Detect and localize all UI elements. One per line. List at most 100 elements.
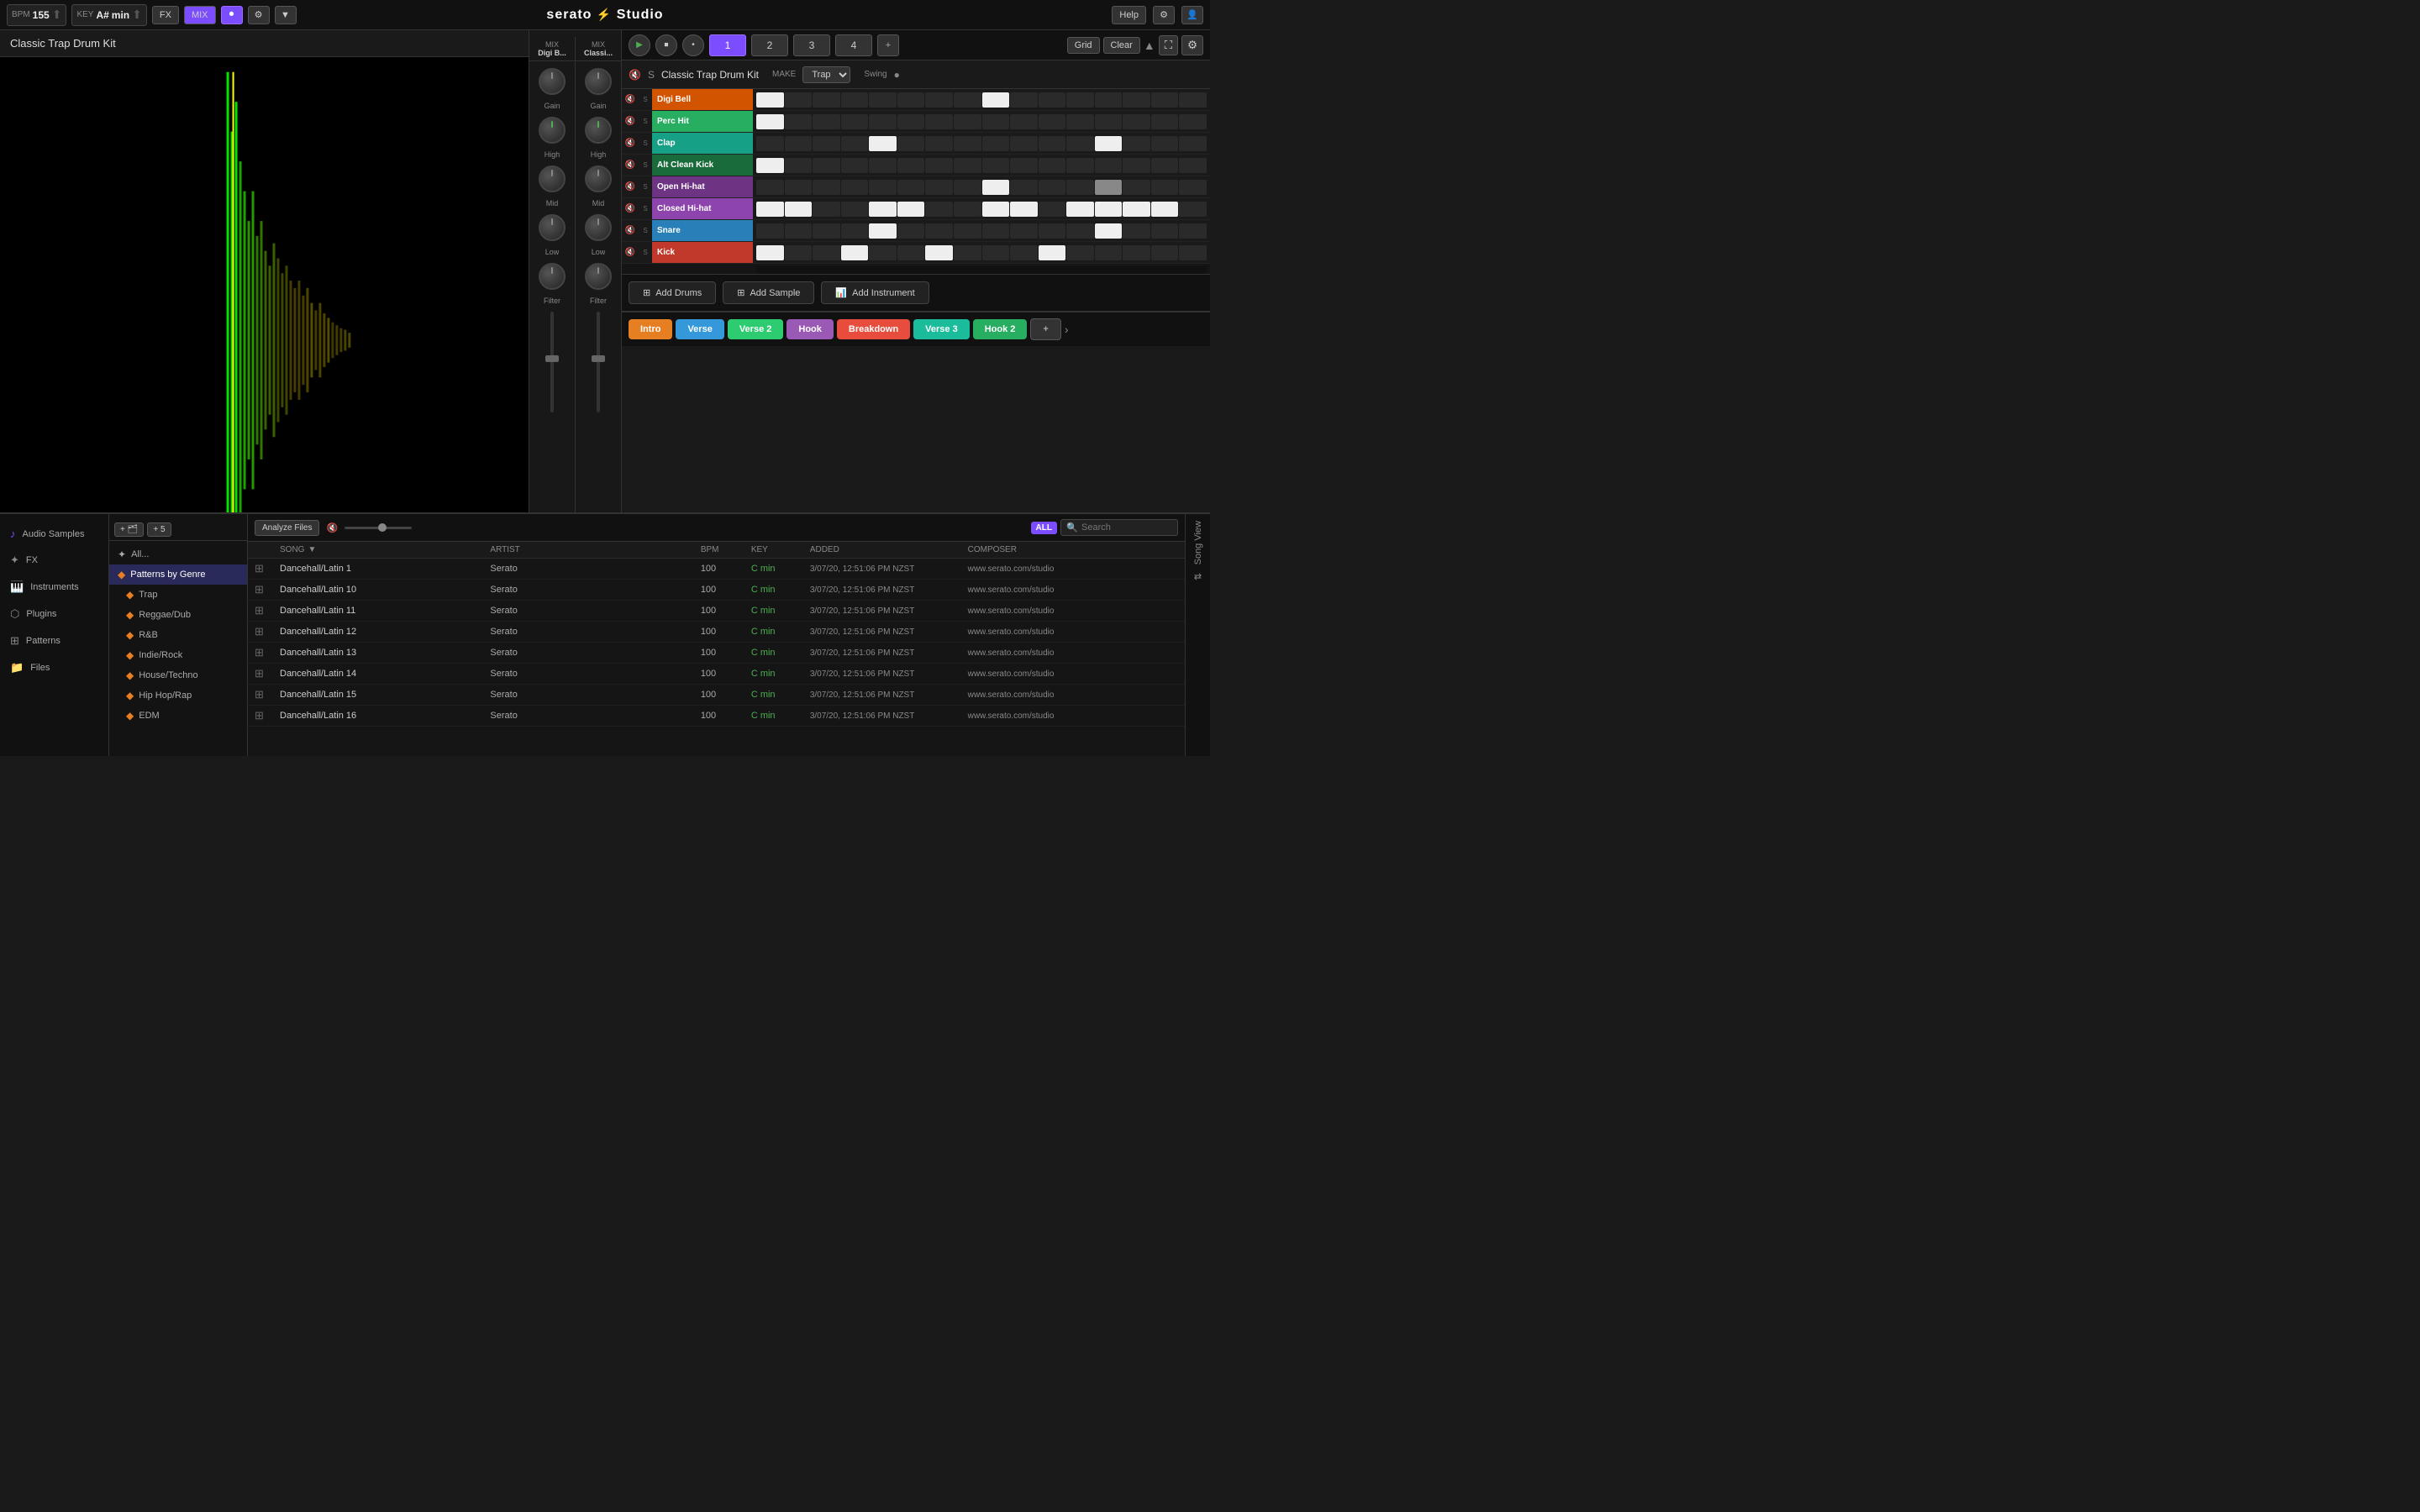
solo-icon[interactable]: S: [648, 69, 655, 81]
low-knob-1[interactable]: [539, 214, 566, 241]
pattern-btn-4[interactable]: 4: [835, 34, 872, 56]
step[interactable]: [982, 180, 1010, 195]
step[interactable]: [1123, 245, 1150, 260]
add-5-button[interactable]: + 5: [147, 522, 171, 537]
solo-digi-bell[interactable]: S: [639, 96, 652, 103]
step[interactable]: [1066, 223, 1094, 239]
mid-knob-1[interactable]: [539, 165, 566, 192]
step[interactable]: [869, 223, 897, 239]
solo-alt-clean-kick[interactable]: S: [639, 161, 652, 169]
col-h-song[interactable]: SONG ▼: [280, 545, 490, 554]
step[interactable]: [1151, 245, 1179, 260]
step[interactable]: [1066, 114, 1094, 129]
step[interactable]: [785, 114, 813, 129]
add-sample-button[interactable]: ⊞ Add Sample: [723, 281, 814, 304]
step[interactable]: [813, 180, 840, 195]
tree-item-hip-hop-rap[interactable]: ◆ Hip Hop/Rap: [109, 685, 247, 706]
mid-knob-2[interactable]: [585, 165, 612, 192]
step[interactable]: [756, 136, 784, 151]
step[interactable]: [1151, 202, 1179, 217]
file-list-item[interactable]: ⊞ Dancehall/Latin 1 Serato 100 C min 3/0…: [248, 559, 1185, 580]
swing-toggle[interactable]: ●: [894, 69, 900, 81]
step[interactable]: [869, 114, 897, 129]
step[interactable]: [982, 202, 1010, 217]
step[interactable]: [982, 245, 1010, 260]
file-list-item[interactable]: ⊞ Dancehall/Latin 13 Serato 100 C min 3/…: [248, 643, 1185, 664]
step[interactable]: [1151, 158, 1179, 173]
step[interactable]: [1123, 114, 1150, 129]
step[interactable]: [785, 202, 813, 217]
low-knob-2[interactable]: [585, 214, 612, 241]
step[interactable]: [925, 245, 953, 260]
col-h-bpm[interactable]: BPM: [701, 545, 751, 554]
step[interactable]: [1095, 136, 1123, 151]
step[interactable]: [869, 158, 897, 173]
step[interactable]: [1010, 245, 1038, 260]
step[interactable]: [1179, 223, 1207, 239]
step[interactable]: [897, 136, 925, 151]
step[interactable]: [1095, 158, 1123, 173]
step[interactable]: [1066, 158, 1094, 173]
step[interactable]: [813, 202, 840, 217]
tree-item-reggae-dub[interactable]: ◆ Reggae/Dub: [109, 605, 247, 625]
fullscreen-button[interactable]: ⛶: [1159, 35, 1178, 55]
pattern-btn-3[interactable]: 3: [793, 34, 830, 56]
step[interactable]: [925, 223, 953, 239]
step[interactable]: [925, 136, 953, 151]
arr-add-section[interactable]: +: [1030, 318, 1060, 340]
bpm-control[interactable]: BPM 155 ⬆: [7, 4, 66, 26]
mute-icon[interactable]: 🔇: [629, 69, 641, 81]
file-list-item[interactable]: ⊞ Dancehall/Latin 11 Serato 100 C min 3/…: [248, 601, 1185, 622]
search-input[interactable]: [1060, 519, 1178, 536]
grid-button[interactable]: Grid: [1067, 37, 1100, 54]
filter-knob-1[interactable]: [539, 263, 566, 290]
step[interactable]: [1179, 180, 1207, 195]
step[interactable]: [1039, 136, 1066, 151]
collapse-button[interactable]: ▲: [1144, 39, 1155, 52]
step[interactable]: [925, 92, 953, 108]
step[interactable]: [954, 158, 981, 173]
step[interactable]: [1095, 92, 1123, 108]
step[interactable]: [1123, 92, 1150, 108]
step[interactable]: [954, 92, 981, 108]
step[interactable]: [954, 223, 981, 239]
step[interactable]: [954, 114, 981, 129]
arrows-icon[interactable]: ⇄: [1194, 571, 1202, 582]
step[interactable]: [1123, 158, 1150, 173]
step[interactable]: [785, 180, 813, 195]
file-list-item[interactable]: ⊞ Dancehall/Latin 10 Serato 100 C min 3/…: [248, 580, 1185, 601]
mute-clap[interactable]: 🔇: [622, 139, 639, 148]
solo-closed-hihat[interactable]: S: [639, 205, 652, 213]
add-instrument-button[interactable]: 📊 Add Instrument: [821, 281, 929, 304]
step[interactable]: [841, 223, 869, 239]
step[interactable]: [869, 245, 897, 260]
step[interactable]: [841, 92, 869, 108]
step[interactable]: [1123, 180, 1150, 195]
high-knob-1[interactable]: [539, 117, 566, 144]
high-knob-2[interactable]: [585, 117, 612, 144]
volume-slider[interactable]: [345, 527, 412, 529]
step[interactable]: [869, 202, 897, 217]
play-button[interactable]: ▶: [629, 34, 650, 56]
sidebar-item-plugins[interactable]: ⬡ Plugins: [0, 601, 108, 627]
step[interactable]: [1010, 92, 1038, 108]
step[interactable]: [841, 202, 869, 217]
step[interactable]: [925, 202, 953, 217]
step[interactable]: [1123, 202, 1150, 217]
step[interactable]: [869, 136, 897, 151]
step[interactable]: [1151, 92, 1179, 108]
step[interactable]: [897, 158, 925, 173]
step[interactable]: [1010, 158, 1038, 173]
step[interactable]: [785, 245, 813, 260]
mute-preview-icon[interactable]: 🔇: [326, 522, 338, 533]
tree-item-indie-rock[interactable]: ◆ Indie/Rock: [109, 645, 247, 665]
solo-clap[interactable]: S: [639, 139, 652, 147]
mute-alt-clean-kick[interactable]: 🔇: [622, 160, 639, 170]
arr-scroll-right[interactable]: ›: [1065, 323, 1069, 336]
step[interactable]: [813, 223, 840, 239]
step[interactable]: [813, 158, 840, 173]
tree-item-house-techno[interactable]: ◆ House/Techno: [109, 665, 247, 685]
step[interactable]: [1179, 136, 1207, 151]
mute-kick[interactable]: 🔇: [622, 248, 639, 257]
song-view-label[interactable]: Song View: [1193, 521, 1203, 564]
